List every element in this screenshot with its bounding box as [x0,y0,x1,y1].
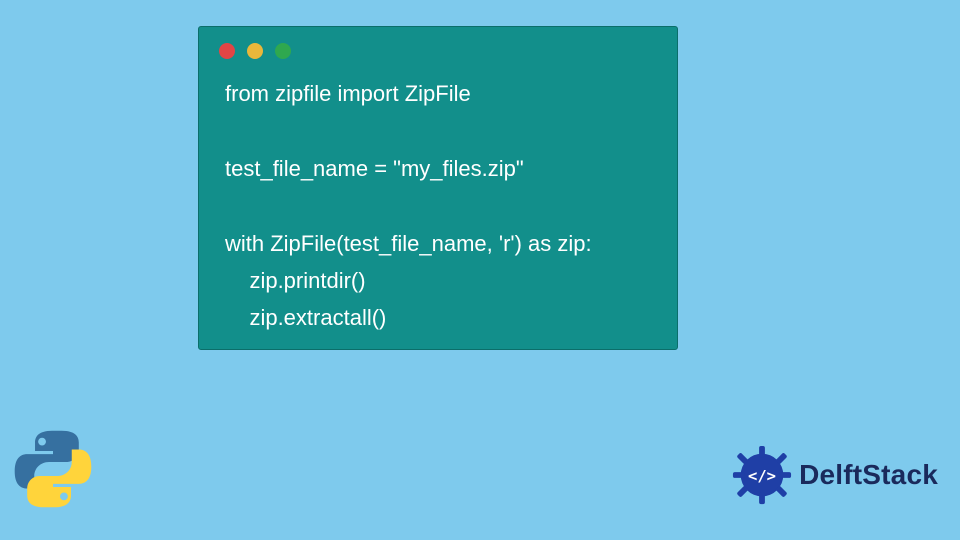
minimize-dot-icon [247,43,263,59]
code-card: from zipfile import ZipFile test_file_na… [198,26,678,350]
code-line: from zipfile import ZipFile [225,81,471,106]
code-line: zip.printdir() [225,268,366,293]
svg-text:</>: </> [748,467,776,485]
code-block: from zipfile import ZipFile test_file_na… [199,69,677,357]
code-line: test_file_name = "my_files.zip" [225,156,524,181]
delftstack-badge-icon: </> [731,444,793,506]
window-controls [199,27,677,69]
brand-name: DelftStack [799,459,938,491]
maximize-dot-icon [275,43,291,59]
brand: </> DelftStack [731,444,938,506]
code-line: zip.extractall() [225,305,386,330]
code-line: with ZipFile(test_file_name, 'r') as zip… [225,231,592,256]
python-logo-icon [10,426,96,512]
close-dot-icon [219,43,235,59]
